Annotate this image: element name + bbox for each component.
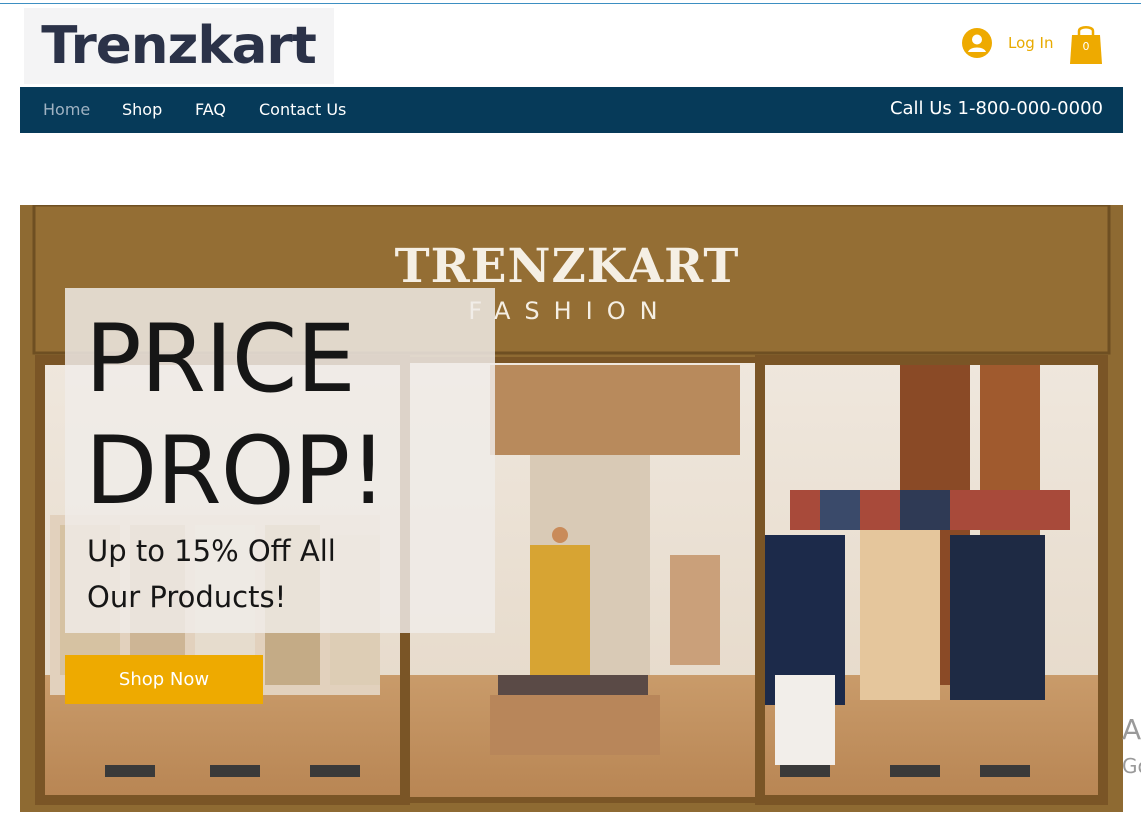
- hero-banner: TRENZKART FASHION PRICE DROP! Up to 15% …: [20, 205, 1123, 812]
- promo-subtitle-line-1: Up to 15% Off All: [87, 534, 336, 568]
- store-sign-title: TRENZKART: [394, 239, 740, 294]
- nav-item-contact-us[interactable]: Contact Us: [259, 100, 346, 119]
- login-label: Log In: [1008, 34, 1054, 52]
- promo-subtitle: Up to 15% Off All Our Products!: [87, 528, 377, 620]
- shop-now-button[interactable]: Shop Now: [65, 655, 263, 704]
- promo-subtitle-line-2: Our Products!: [87, 580, 287, 614]
- edge-text-fragment-a: A: [1122, 713, 1141, 746]
- user-avatar-icon: [962, 28, 992, 58]
- promo-title-line-1: PRICE: [85, 305, 356, 414]
- cart-button[interactable]: 0: [1069, 23, 1103, 65]
- nav-item-faq[interactable]: FAQ: [195, 100, 226, 119]
- main-navigation: Home Shop FAQ Contact Us Call Us 1-800-0…: [20, 87, 1123, 133]
- promo-title-line-2: DROP!: [85, 417, 387, 526]
- edge-text-fragment-go: Go: [1122, 754, 1141, 778]
- top-border-line: [0, 3, 1141, 4]
- cart-count: 0: [1082, 40, 1090, 53]
- nav-item-home[interactable]: Home: [43, 100, 90, 119]
- promo-title: PRICE DROP!: [85, 304, 485, 528]
- logo-text: Trenzkart: [41, 16, 318, 76]
- login-button[interactable]: Log In: [962, 28, 1054, 58]
- promo-panel: PRICE DROP! Up to 15% Off All Our Produc…: [65, 288, 495, 633]
- nav-item-shop[interactable]: Shop: [122, 100, 162, 119]
- phone-number: Call Us 1-800-000-0000: [889, 98, 1103, 119]
- site-logo[interactable]: Trenzkart: [24, 8, 334, 84]
